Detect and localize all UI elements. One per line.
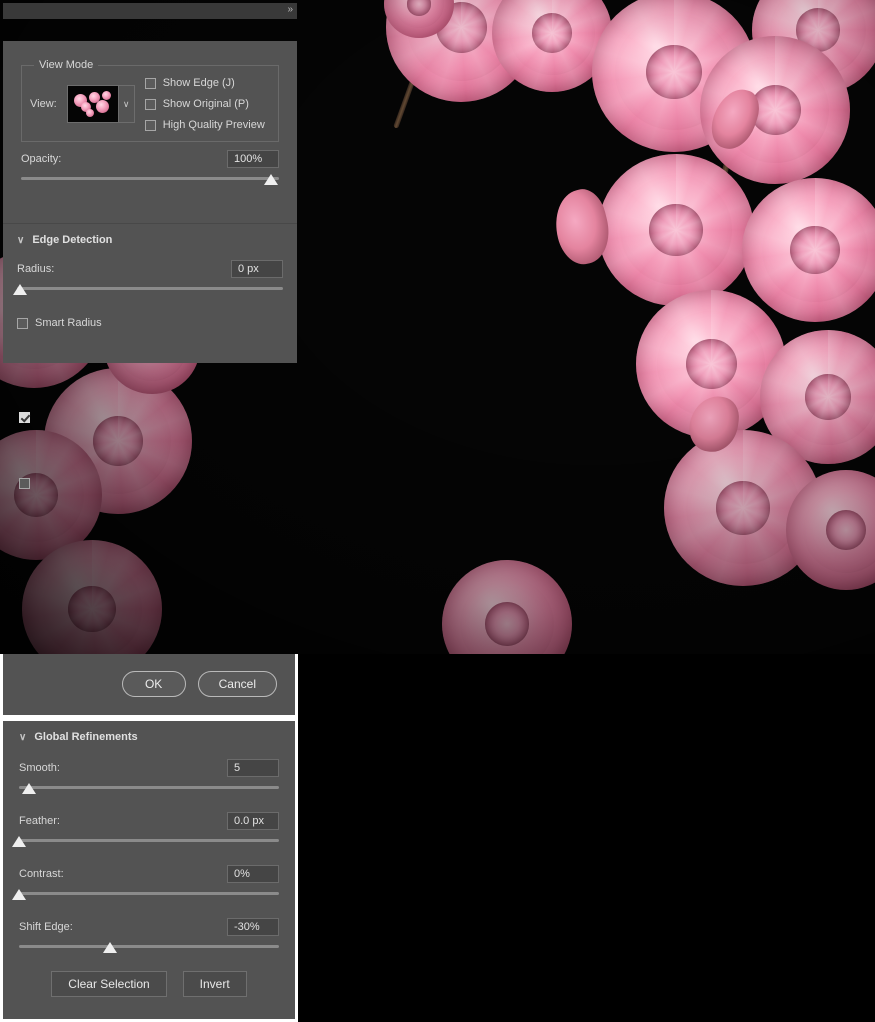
radius-row: Radius: 0 px [17,260,283,278]
view-preview-thumbnail [67,86,118,122]
shift-edge-slider-track [19,945,279,948]
global-refinements-buttons: Clear Selection Invert [19,971,279,997]
shift-edge-label: Shift Edge: [19,921,73,933]
shift-edge-slider-thumb[interactable] [103,942,117,953]
checkbox-smart-radius-box[interactable] [17,317,28,329]
view-mode-section: View Mode View: ∨ Show Edge (J) Show Ori… [3,41,297,224]
contrast-slider-track [19,892,279,895]
contrast-control: Contrast: 0% [12,865,279,902]
invert-button[interactable]: Invert [182,971,247,997]
feather-slider[interactable] [12,835,279,849]
smooth-slider[interactable] [19,782,279,796]
checkbox-decontaminate-colors-box[interactable] [19,411,30,423]
smooth-row: Smooth: 5 [19,759,279,777]
chevron-down-icon[interactable]: ∨ [19,732,26,743]
view-mode-groupbox: View Mode View: ∨ Show Edge (J) Show Ori… [21,59,279,142]
edge-detection-header[interactable]: ∨ Edge Detection [17,234,283,246]
dialog-footer: OK Cancel [3,653,295,715]
opacity-slider-track [21,177,279,180]
view-mode-legend: View Mode [39,59,94,71]
smooth-label: Smooth: [19,762,60,774]
checkbox-show-edge[interactable]: Show Edge (J) [144,77,265,89]
opacity-slider-thumb[interactable] [264,174,279,185]
rose-bloom [442,560,572,654]
contrast-slider-thumb[interactable] [12,889,26,900]
checkbox-remember-settings-box[interactable] [19,477,30,489]
radius-slider-track [17,287,283,290]
clear-selection-button[interactable]: Clear Selection [51,971,167,997]
feather-slider-thumb[interactable] [12,836,26,847]
shift-edge-value-field[interactable]: -30% [227,918,279,936]
shift-edge-slider[interactable] [19,941,279,955]
smooth-slider-thumb[interactable] [22,783,37,794]
feather-slider-track [19,839,279,842]
rose-bloom [598,154,754,306]
shift-edge-row: Shift Edge: -30% [19,918,279,936]
view-mode-dropdown[interactable]: ∨ [66,85,135,123]
contrast-slider[interactable] [12,888,279,902]
radius-value-field[interactable]: 0 px [231,260,283,278]
view-mode-checkbox-group: Show Edge (J) Show Original (P) High Qua… [144,77,265,131]
feather-row: Feather: 0.0 px [19,812,279,830]
checkbox-show-edge-box[interactable] [144,77,156,89]
feather-label: Feather: [19,815,60,827]
rose-bloom [742,178,875,322]
checkbox-smart-radius[interactable]: Smart Radius [17,317,283,329]
chevron-down-icon[interactable]: ∨ [17,235,24,246]
edge-detection-section: ∨ Edge Detection Radius: 0 px Smart Radi… [3,224,297,337]
opacity-row: Opacity: 100% [21,150,279,168]
smooth-control: Smooth: 5 [19,759,279,796]
global-refinements-dialog: ∨ Global Refinements Smooth: 5 Feather: … [0,718,298,1022]
opacity-slider[interactable] [21,173,279,187]
contrast-row: Contrast: 0% [19,865,279,883]
ok-button[interactable]: OK [121,671,186,697]
cancel-button[interactable]: Cancel [197,671,277,697]
checkbox-show-original-box[interactable] [144,98,156,110]
edge-detection-title: Edge Detection [32,234,113,246]
checkbox-high-quality-preview-box[interactable] [144,119,156,131]
view-label: View: [30,98,57,110]
radius-slider[interactable] [12,283,283,297]
checkbox-show-original-label: Show Original (P) [162,98,249,110]
opacity-label: Opacity: [21,153,62,165]
properties-titlebar: » [3,3,297,19]
shift-edge-control: Shift Edge: -30% [19,918,279,955]
smooth-slider-track [19,786,279,789]
feather-value-field[interactable]: 0.0 px [227,812,279,830]
feather-control: Feather: 0.0 px [12,812,279,849]
radius-slider-thumb[interactable] [12,284,27,295]
radius-label: Radius: [17,263,55,275]
global-refinements-header[interactable]: ∨ Global Refinements [19,731,279,743]
checkbox-show-edge-label: Show Edge (J) [162,77,235,89]
properties-panel: » Properties View Mode View: [0,0,300,366]
checkbox-high-quality-preview[interactable]: High Quality Preview [144,119,265,131]
checkbox-high-quality-preview-label: High Quality Preview [162,119,265,131]
contrast-label: Contrast: [19,868,64,880]
smooth-value-field[interactable]: 5 [227,759,279,777]
checkbox-show-original[interactable]: Show Original (P) [144,98,265,110]
collapse-panel-icon[interactable]: » [287,4,292,16]
global-refinements-title: Global Refinements [34,731,138,743]
checkbox-smart-radius-label: Smart Radius [35,317,102,329]
properties-body: View Mode View: ∨ Show Edge (J) Show Ori… [3,41,297,363]
opacity-value-field[interactable]: 100% [227,150,279,168]
contrast-value-field[interactable]: 0% [227,865,279,883]
chevron-down-icon: ∨ [117,86,134,122]
